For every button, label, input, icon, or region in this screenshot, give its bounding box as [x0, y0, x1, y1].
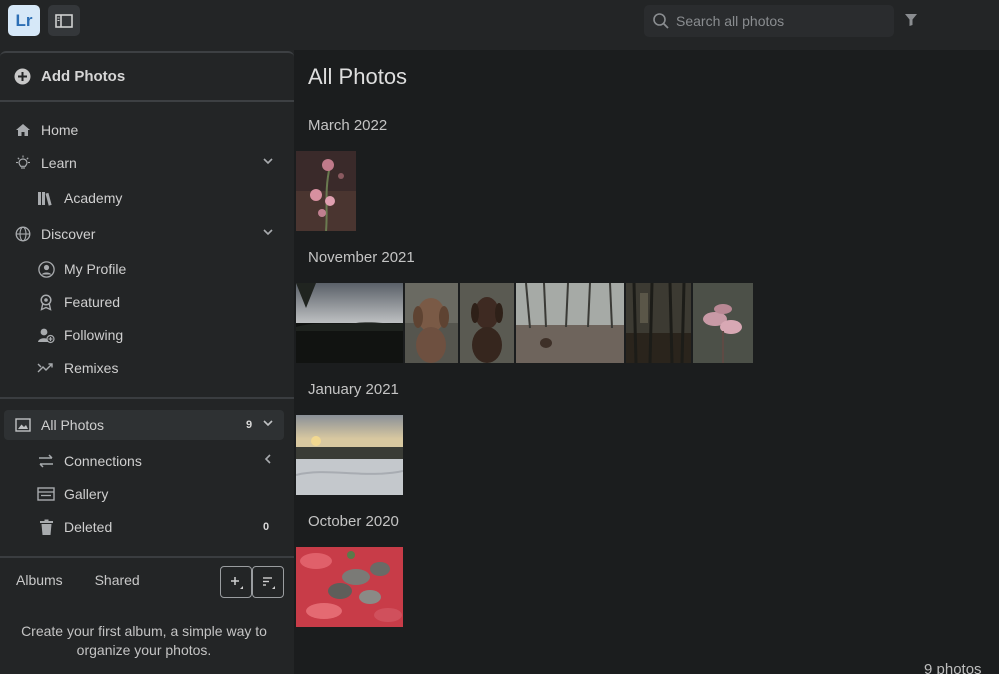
- home-icon: [14, 121, 32, 139]
- sidebar-item-discover[interactable]: Discover: [0, 219, 294, 249]
- sidebar-item-label: Following: [64, 327, 124, 343]
- sort-albums-button[interactable]: [252, 566, 284, 598]
- sidebar-item-label: All Photos: [41, 417, 105, 433]
- sort-icon: [263, 577, 275, 589]
- tab-shared[interactable]: Shared: [95, 572, 140, 588]
- photo-thumbnail[interactable]: [460, 283, 514, 363]
- add-circle-icon: [14, 68, 31, 85]
- follow-user-icon: [37, 326, 55, 344]
- photo-count-badge: 9: [246, 419, 253, 431]
- photo-thumbnail[interactable]: [296, 547, 403, 627]
- sidebar-item-home[interactable]: Home: [0, 115, 294, 145]
- top-bar: Lr: [0, 0, 999, 50]
- section-date-heading: March 2022: [308, 117, 388, 134]
- sidebar-item-learn[interactable]: Learn: [0, 148, 294, 178]
- sidebar-item-remixes[interactable]: Remixes: [0, 353, 294, 383]
- sidebar-item-label: Featured: [64, 294, 121, 310]
- sidebar-divider: [0, 556, 294, 558]
- deleted-count-badge: 0: [263, 521, 270, 533]
- sidebar-item-gallery[interactable]: Gallery: [0, 479, 294, 509]
- sidebar-item-label: Learn: [41, 155, 77, 171]
- search-box[interactable]: [644, 5, 894, 37]
- sidebar-item-label: Academy: [64, 190, 123, 206]
- sidebar-item-connections[interactable]: Connections: [0, 446, 294, 476]
- trash-icon: [37, 518, 55, 536]
- chevron-down-icon[interactable]: [262, 226, 274, 238]
- section-date-heading: October 2020: [308, 513, 399, 530]
- search-input[interactable]: [676, 13, 876, 29]
- panel-icon: [55, 13, 73, 28]
- gallery-icon: [37, 485, 55, 503]
- toggle-panel-button[interactable]: [48, 5, 80, 36]
- albums-empty-message: Create your first album, a simple way to…: [0, 622, 288, 660]
- photo-thumbnail[interactable]: [296, 415, 403, 495]
- plus-icon: [231, 577, 243, 589]
- remix-icon: [37, 359, 55, 377]
- sidebar-item-label: Remixes: [64, 360, 119, 376]
- books-icon: [37, 189, 55, 207]
- chevron-down-icon[interactable]: [262, 417, 274, 429]
- albums-tabs: Albums Shared: [16, 572, 168, 588]
- photo-thumbnail[interactable]: [626, 283, 691, 363]
- photo-count-footer: 9 photos: [924, 661, 982, 674]
- sidebar-item-my-profile[interactable]: My Profile: [0, 254, 294, 284]
- section-date-heading: November 2021: [308, 249, 415, 266]
- search-icon: [653, 13, 669, 29]
- sidebar-item-label: Gallery: [64, 486, 109, 502]
- sidebar-item-deleted[interactable]: Deleted 0: [0, 512, 294, 542]
- photo-thumbnail[interactable]: [516, 283, 624, 363]
- create-album-button[interactable]: [220, 566, 252, 598]
- tab-albums[interactable]: Albums: [16, 572, 63, 588]
- globe-icon: [14, 225, 32, 243]
- photo-thumbnail[interactable]: [296, 283, 403, 363]
- filter-button[interactable]: [901, 10, 921, 30]
- filter-icon: [905, 14, 917, 26]
- photo-thumbnail[interactable]: [405, 283, 458, 363]
- sidebar-item-all-photos[interactable]: All Photos 9: [4, 410, 284, 440]
- sidebar-item-label: Home: [41, 122, 79, 138]
- chevron-down-icon[interactable]: [262, 155, 274, 167]
- page-title: All Photos: [308, 64, 408, 89]
- sidebar-divider: [0, 397, 294, 399]
- sidebar: Add Photos Home Learn Academy Discover M…: [0, 50, 294, 674]
- section-date-heading: January 2021: [308, 381, 399, 398]
- sidebar-item-following[interactable]: Following: [0, 320, 294, 350]
- sidebar-item-label: Discover: [41, 226, 96, 242]
- add-photos-button[interactable]: Add Photos: [0, 51, 294, 102]
- sidebar-item-label: Deleted: [64, 519, 113, 535]
- photo-grid-area: All Photos March 2022 November 2021 Janu…: [294, 50, 999, 674]
- add-photos-label: Add Photos: [41, 68, 126, 85]
- empty-message-line: organize your photos.: [76, 642, 212, 658]
- photos-icon: [14, 416, 32, 434]
- photo-thumbnail[interactable]: [693, 283, 753, 363]
- sidebar-item-label: My Profile: [64, 261, 127, 277]
- sidebar-item-featured[interactable]: Featured: [0, 287, 294, 317]
- sidebar-item-label: Connections: [64, 453, 142, 469]
- profile-icon: [37, 260, 55, 278]
- photo-thumbnail[interactable]: [296, 151, 356, 231]
- sidebar-item-academy[interactable]: Academy: [0, 183, 294, 213]
- connections-icon: [37, 452, 55, 470]
- lightbulb-icon: [14, 154, 32, 172]
- empty-message-line: Create your first album, a simple way to: [21, 623, 267, 639]
- lightroom-logo[interactable]: Lr: [8, 5, 40, 36]
- award-icon: [37, 293, 55, 311]
- chevron-left-icon[interactable]: [262, 453, 274, 465]
